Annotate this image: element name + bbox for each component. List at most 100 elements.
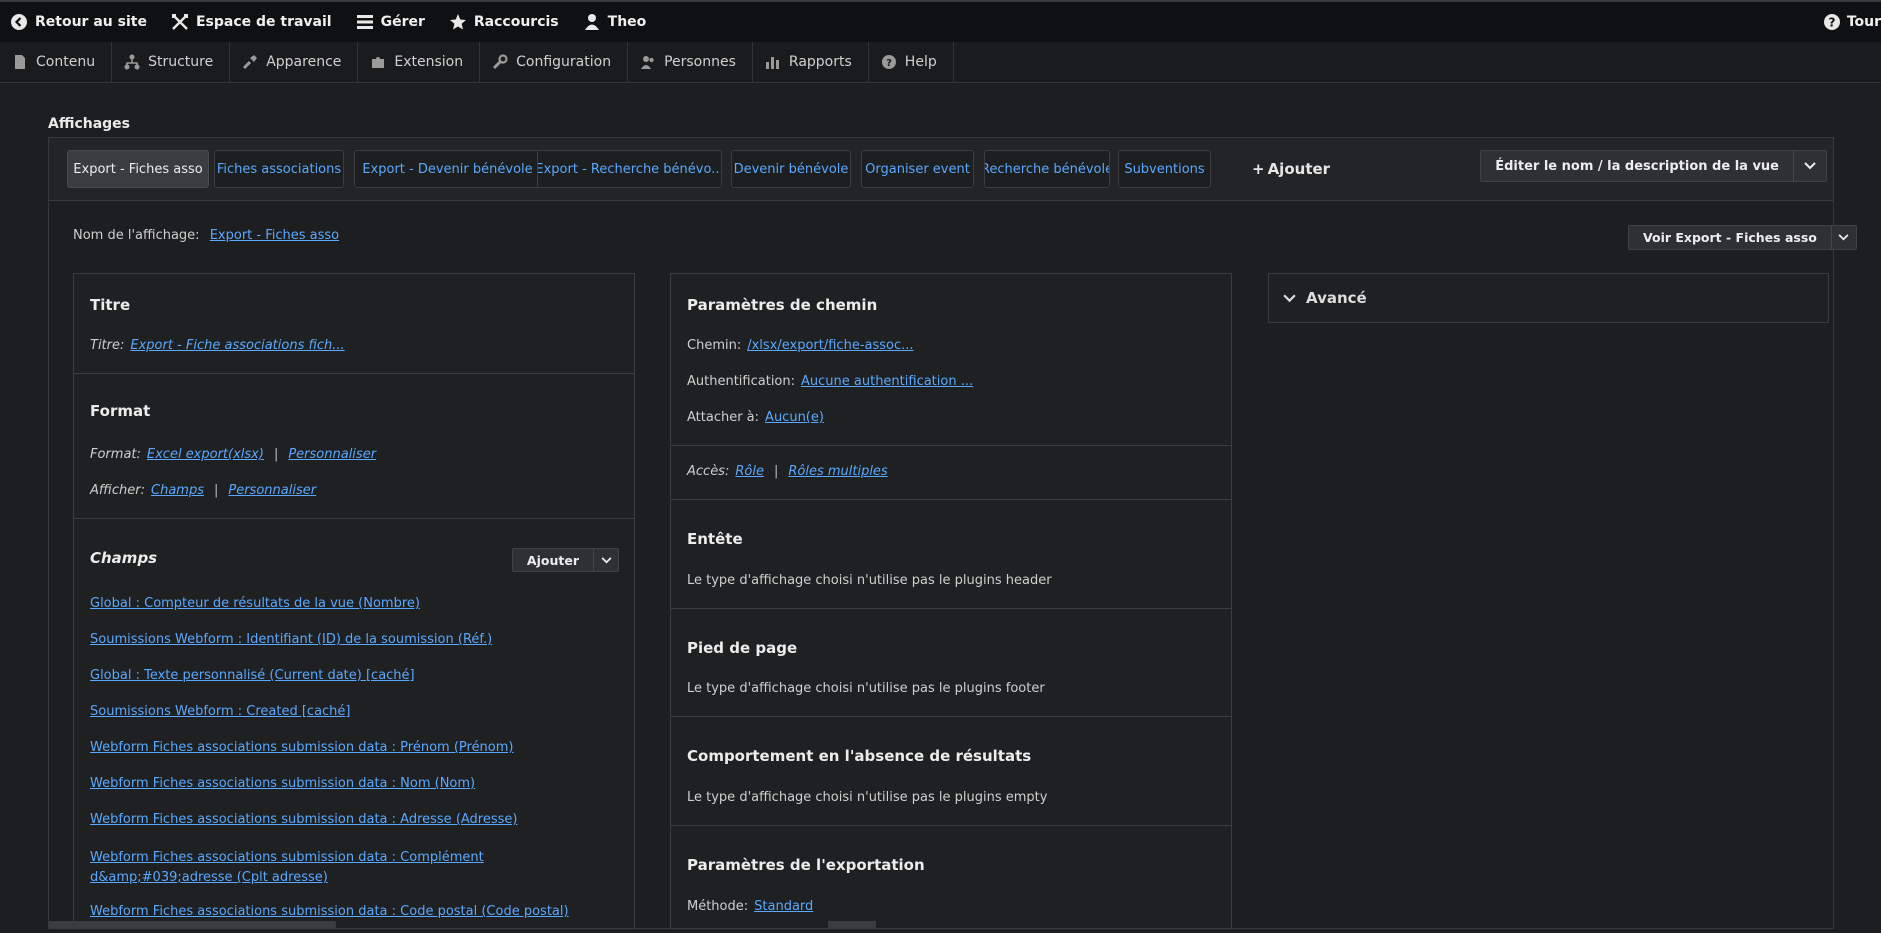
- view-display-button[interactable]: Voir Export - Fiches asso: [1629, 226, 1832, 249]
- field-link[interactable]: Global : Compteur de résultats de la vue…: [90, 596, 420, 611]
- help-icon: ?: [1823, 13, 1841, 31]
- field-link[interactable]: Webform Fiches associations submission d…: [90, 904, 569, 919]
- access-role-link[interactable]: Rôle: [735, 464, 764, 479]
- menu-extension[interactable]: Extension: [358, 42, 481, 82]
- tab-fiches-associations[interactable]: Fiches associations: [214, 150, 344, 188]
- menu-configuration[interactable]: Configuration: [480, 42, 629, 82]
- field-link[interactable]: Webform Fiches associations submission d…: [90, 848, 620, 888]
- path-row: Chemin: /xlsx/export/fiche-assoc...: [687, 338, 914, 353]
- footer-text: Le type d'affichage choisi n'utilise pas…: [687, 681, 1045, 696]
- left-column: Titre Titre: Export - Fiche associations …: [73, 273, 635, 929]
- add-display-label: Ajouter: [1267, 160, 1331, 178]
- export-settings-heading: Paramètres de l'exportation: [687, 856, 925, 874]
- tour-link[interactable]: ? Tour: [1823, 2, 1881, 42]
- title-link[interactable]: Export - Fiche associations fich...: [130, 338, 344, 353]
- advanced-label: Avancé: [1306, 289, 1367, 307]
- tools-icon: [171, 13, 189, 31]
- field-link[interactable]: Soumissions Webform : Created [caché]: [90, 704, 351, 719]
- edit-view-name-button[interactable]: Éditer le nom / la description de la vue: [1481, 151, 1794, 181]
- tab-devenir-benevole[interactable]: Devenir bénévole: [731, 150, 851, 188]
- separator: |: [273, 447, 279, 462]
- display-name-row: Nom de l'affichage: Export - Fiches asso: [73, 228, 339, 243]
- access-multi-role-link[interactable]: Rôles multiples: [788, 464, 887, 479]
- show-customize-link[interactable]: Personnaliser: [228, 483, 316, 498]
- tab-organiser-event[interactable]: Organiser event: [861, 150, 974, 188]
- menu-reports[interactable]: Rapports: [753, 42, 869, 82]
- tab-subventions[interactable]: Subventions: [1118, 150, 1211, 188]
- path-settings-heading: Paramètres de chemin: [687, 296, 878, 314]
- wrench-icon: [492, 54, 508, 70]
- chevron-down-icon[interactable]: [594, 549, 618, 571]
- fields-heading: Champs: [90, 549, 158, 567]
- bar-chart-icon: [765, 54, 781, 70]
- attach-label: Attacher à:: [687, 410, 760, 425]
- user-label: Theo: [607, 14, 647, 30]
- title-heading: Titre: [90, 296, 131, 314]
- path-link[interactable]: /xlsx/export/fiche-assoc...: [747, 338, 913, 353]
- chevron-down-icon[interactable]: [1794, 151, 1826, 181]
- back-to-site-link[interactable]: Retour au site: [0, 2, 161, 42]
- format-row: Format: Excel export(xlsx) | Personnaliser: [90, 447, 376, 462]
- tab-export-devenir-benevole[interactable]: Export - Devenir bénévole: [354, 150, 541, 188]
- menu-people[interactable]: Personnes: [628, 42, 753, 82]
- shortcuts-link[interactable]: Raccourcis: [439, 2, 573, 42]
- auth-link[interactable]: Aucune authentification ...: [801, 374, 973, 389]
- manage-label: Gérer: [380, 14, 425, 30]
- no-results-text: Le type d'affichage choisi n'utilise pas…: [687, 790, 1048, 805]
- title-section: Titre Titre: Export - Fiche associations …: [74, 274, 634, 374]
- add-field-dropdown[interactable]: Ajouter: [511, 548, 619, 572]
- field-link[interactable]: Webform Fiches associations submission d…: [90, 776, 475, 791]
- brush-icon: [242, 54, 258, 70]
- menu-content[interactable]: Contenu: [0, 42, 113, 82]
- tab-export-recherche-benevole[interactable]: Export - Recherche bénévo...: [537, 150, 722, 188]
- add-display-link[interactable]: + Ajouter: [1252, 150, 1330, 188]
- chevron-down-icon[interactable]: [1832, 226, 1856, 249]
- shortcuts-label: Raccourcis: [473, 14, 559, 30]
- admin-toolbar: Retour au site Espace de travail Gérer R…: [0, 0, 1881, 42]
- field-link[interactable]: Webform Fiches associations submission d…: [90, 740, 514, 755]
- edit-view-dropdown[interactable]: Éditer le nom / la description de la vue: [1480, 150, 1827, 182]
- export-settings-section: Paramètres de l'exportation Méthode: Stan…: [671, 826, 1231, 933]
- plus-icon: +: [1252, 160, 1265, 178]
- field-link[interactable]: Webform Fiches associations submission d…: [90, 812, 517, 827]
- fields-section: Champs Ajouter Global : Compteur de résu…: [74, 519, 634, 930]
- attach-link[interactable]: Aucun(e): [765, 410, 824, 425]
- access-label: Accès:: [687, 464, 730, 479]
- add-field-button[interactable]: Ajouter: [513, 549, 594, 571]
- tour-label: Tour: [1846, 14, 1881, 30]
- horizontal-scrollbar[interactable]: [48, 921, 336, 929]
- display-name-link[interactable]: Export - Fiches asso: [210, 228, 339, 243]
- scroll-handle[interactable]: [828, 921, 876, 929]
- title-label: Titre:: [90, 338, 125, 353]
- show-link[interactable]: Champs: [151, 483, 204, 498]
- user-icon: [583, 13, 601, 31]
- question-icon: ?: [881, 54, 897, 70]
- method-link[interactable]: Standard: [754, 899, 813, 914]
- format-heading: Format: [90, 402, 151, 420]
- access-section: Accès: Rôle | Rôles multiples: [671, 446, 1231, 500]
- tab-recherche-benevole[interactable]: Recherche bénévole: [984, 150, 1110, 188]
- format-customize-link[interactable]: Personnaliser: [288, 447, 376, 462]
- field-link[interactable]: Soumissions Webform : Identifiant (ID) d…: [90, 632, 492, 647]
- workspace-link[interactable]: Espace de travail: [161, 2, 346, 42]
- menu-content-label: Contenu: [36, 54, 96, 70]
- menu-structure[interactable]: Structure: [112, 42, 231, 82]
- menu-reports-label: Rapports: [788, 54, 852, 70]
- user-link[interactable]: Theo: [573, 2, 661, 42]
- manage-link[interactable]: Gérer: [346, 2, 439, 42]
- format-link[interactable]: Excel export(xlsx): [147, 447, 264, 462]
- advanced-toggle[interactable]: Avancé: [1268, 273, 1829, 323]
- display-name-label: Nom de l'affichage:: [73, 228, 200, 243]
- tab-export-fiches-asso[interactable]: Export - Fiches asso: [67, 150, 209, 188]
- menu-structure-label: Structure: [148, 54, 214, 70]
- menu-appearance[interactable]: Apparence: [230, 42, 359, 82]
- view-display-dropdown[interactable]: Voir Export - Fiches asso: [1628, 225, 1857, 250]
- back-arrow-icon: [10, 13, 28, 31]
- menu-people-label: Personnes: [664, 54, 736, 70]
- people-icon: [640, 54, 656, 70]
- structure-icon: [124, 54, 140, 70]
- method-label: Méthode:: [687, 899, 749, 914]
- menu-help[interactable]: ? Help: [869, 42, 954, 82]
- admin-menu: Contenu Structure Apparence Extension Co…: [0, 42, 1881, 83]
- field-link[interactable]: Global : Texte personnalisé (Current dat…: [90, 668, 415, 683]
